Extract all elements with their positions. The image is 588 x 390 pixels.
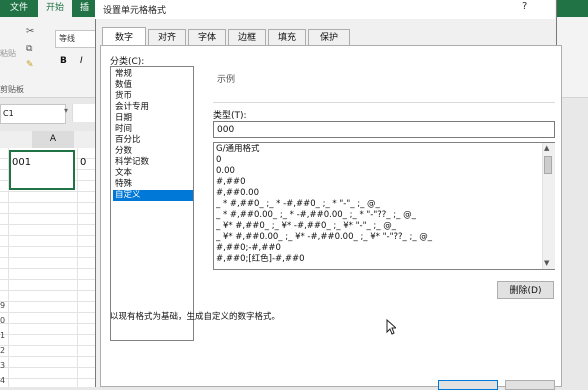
chevron-down-icon[interactable]: ▾ [64,106,68,115]
format-item[interactable]: _ ¥* #,##0.00_ ;_ ¥* -#,##0.00_ ;_ ¥* "-… [216,232,542,243]
tab-home[interactable]: 开始 [38,0,72,17]
clipboard-group-label: 剪贴板 [0,85,24,94]
category-item[interactable]: 常规 [113,69,193,80]
category-item-selected[interactable]: 自定义 [113,190,193,201]
category-item[interactable]: 百分比 [113,135,193,146]
tab-file[interactable]: 文件 [0,0,38,17]
cancel-button[interactable] [505,380,555,390]
format-item[interactable]: #,##0.00 [216,188,542,199]
format-item[interactable]: 0.00 [216,166,542,177]
cell-a1-value: 001 [12,157,32,168]
scissors-icon[interactable]: ✂ [26,26,34,37]
italic-button[interactable]: I [80,56,83,66]
tab-protection[interactable]: 保护 [308,29,350,45]
category-item[interactable]: 日期 [113,113,193,124]
type-input[interactable]: 000 [213,121,555,138]
category-item[interactable]: 科学记数 [113,157,193,168]
format-code-list[interactable]: G/通用格式 0 0.00 #,##0 #,##0.00 _ * #,##0_ … [213,142,555,270]
mouse-cursor-icon [386,319,396,335]
tab-border[interactable]: 边框 [228,29,266,45]
format-painter-icon[interactable]: ✎ [26,60,34,70]
row-number[interactable]: 9 [0,301,8,310]
cell-b1-value: 0 [80,157,87,168]
format-item[interactable]: 0 [216,155,542,166]
row-number[interactable]: 3 [0,361,8,370]
category-item[interactable]: 文本 [113,168,193,179]
bold-button[interactable]: B [60,56,67,66]
tab-number[interactable]: 数字 [102,27,146,45]
row-number[interactable]: 2 [0,346,8,355]
format-item[interactable]: #,##0;[红色]-#,##0 [216,254,542,265]
category-item[interactable]: 分数 [113,146,193,157]
selected-cell[interactable] [9,150,75,190]
scroll-up-icon[interactable]: ▲ [544,144,549,152]
format-item[interactable]: G/通用格式 [216,144,542,155]
font-name-box[interactable]: 等线 [55,30,100,48]
format-item[interactable]: #,##0;-#,##0 [216,243,542,254]
copy-icon[interactable]: ⧉ [26,44,32,54]
category-item[interactable]: 会计专用 [113,102,193,113]
category-item[interactable]: 货币 [113,91,193,102]
category-item[interactable]: 特殊 [113,179,193,190]
scroll-down-icon[interactable]: ▼ [544,259,549,267]
help-button[interactable]: ? [522,1,527,12]
tab-font[interactable]: 字体 [188,29,226,45]
tab-alignment[interactable]: 对齐 [148,29,186,45]
sample-preview [213,84,555,103]
row-number[interactable]: 4 [0,376,8,385]
category-item[interactable]: 时间 [113,124,193,135]
scroll-thumb[interactable] [544,156,552,174]
category-item[interactable]: 数值 [113,80,193,91]
row-number[interactable]: 0 [0,316,8,325]
formula-bar[interactable] [72,104,96,122]
tab-fill[interactable]: 填充 [268,29,306,45]
format-item[interactable]: _ ¥* #,##0_ ;_ ¥* -#,##0_ ;_ ¥* "-"_ ;_ … [216,221,542,232]
format-item[interactable]: _ * #,##0_ ;_ * -#,##0_ ;_ * "-"_ ;_ @_ [216,199,542,210]
description-text: 以现有格式为基础，生成自定义的数字格式。 [110,312,281,322]
dialog-tabs: 数字 对齐 字体 边框 填充 保护 [100,27,520,45]
paste-button-label[interactable]: 粘贴 [0,48,16,59]
type-label: 类型(T): [213,111,247,121]
ok-button[interactable] [438,380,498,390]
delete-button[interactable]: 删除(D) [497,281,554,299]
format-item[interactable]: #,##0 [216,177,542,188]
dialog-title: 设置单元格格式 [103,6,167,16]
row-number[interactable]: 1 [0,331,8,340]
name-box[interactable]: C1 [0,104,66,124]
format-item[interactable]: _ * #,##0.00_ ;_ * -#,##0.00_ ;_ * "-"??… [216,210,542,221]
category-list[interactable]: 常规 数值 货币 会计专用 日期 时间 百分比 分数 科学记数 文本 特殊 自定… [110,66,194,341]
